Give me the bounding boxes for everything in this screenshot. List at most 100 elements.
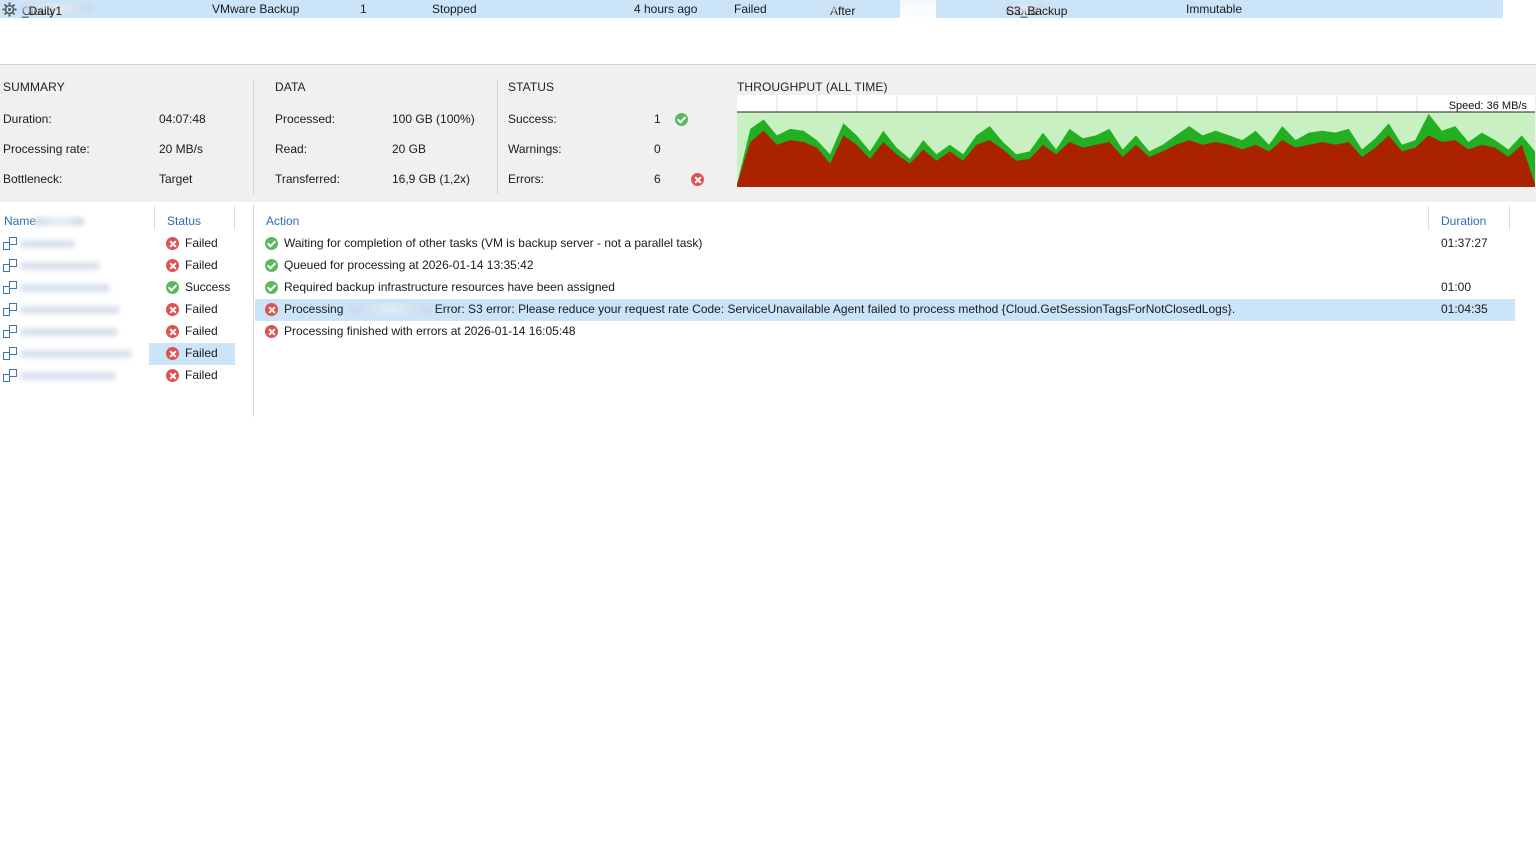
error-x-icon [166,237,179,250]
vm-status: Failed [185,368,218,382]
vm-status: Failed [185,346,218,360]
read-label: Read: [275,142,308,156]
status-heading: STATUS [508,80,555,94]
data-heading: DATA [275,80,306,94]
action-text: Processing Error: S3 error: Please reduc… [284,302,1235,316]
redacted-area [900,0,936,26]
success-label: Success: [508,112,557,126]
warnings-value: 0 [654,142,661,156]
action-message: Error: S3 error: Please reduce your requ… [434,302,1236,316]
divider [1509,206,1510,230]
vm-icon [3,303,18,317]
throughput-chart: Speed: 36 MB/s [737,95,1535,187]
processing-rate-label: Processing rate: [3,142,90,156]
vm-status: Success [185,280,231,294]
redacted-vm-name [20,372,116,380]
vm-icon [3,259,18,273]
errors-label: Errors: [508,172,544,186]
action-duration: 01:37:27 [1441,236,1488,250]
error-x-icon [166,303,179,316]
vm-row[interactable]: Failed [0,299,236,321]
column-header-status[interactable]: Status [167,214,201,228]
divider [253,79,254,194]
bottleneck-label: Bottleneck: [3,172,63,186]
vm-icon [3,369,18,383]
duration-label: Duration: [3,112,52,126]
column-header-action[interactable]: Action [266,214,299,228]
error-x-icon [166,259,179,272]
redacted-vm-name [20,262,100,270]
column-header-name-text: Name [4,214,37,228]
vm-row[interactable]: Failed [0,321,236,343]
success-check-icon [265,281,278,294]
redacted-text [348,305,433,315]
warnings-label: Warnings: [508,142,562,156]
action-row[interactable]: Waiting for completion of other tasks (V… [255,233,1515,255]
job-type: VMware Backup [212,2,300,16]
duration-value: 04:07:48 [159,112,206,126]
divider [253,205,254,417]
vm-status: Failed [185,258,218,272]
transferred-label: Transferred: [275,172,340,186]
job-description: Immutable [1186,2,1243,16]
throughput-heading: THROUGHPUT (ALL TIME) [737,80,888,94]
success-check-icon [265,259,278,272]
divider [234,206,235,230]
redacted-vm-name [20,328,118,336]
vm-row[interactable]: Failed [0,255,236,277]
action-row[interactable]: Required backup infrastructure resources… [255,277,1515,299]
error-x-icon [166,369,179,382]
vm-icon [3,347,18,361]
column-header-name[interactable]: Name [4,214,85,228]
job-row[interactable]: Cloud_Daily1 VMware Backup 1 Stopped 4 h… [0,0,1503,18]
vm-icon [3,237,18,251]
success-check-icon [265,237,278,250]
processing-rate-value: 20 MB/s [159,142,204,156]
processed-label: Processed: [275,112,336,126]
action-row[interactable]: Processing finished with errors at 2026-… [255,321,1515,343]
redacted-text [830,4,836,13]
job-last-result: Failed [734,2,767,16]
vm-row[interactable]: Failed [0,233,236,255]
redacted-vm-name [20,284,110,292]
action-row[interactable]: Processing Error: S3 error: Please reduc… [255,299,1515,321]
success-check-icon [166,281,179,294]
errors-value: 6 [654,172,661,186]
job-objects: 1 [360,2,367,16]
read-value: 20 GB [392,142,427,156]
vm-status: Failed [185,236,218,250]
action-duration: 01:00 [1441,280,1472,294]
vm-row[interactable]: Failed [0,343,236,365]
transferred-value: 16,9 GB (1,2x) [392,172,471,186]
summary-heading: SUMMARY [3,80,65,94]
column-header-duration[interactable]: Duration [1441,214,1486,228]
vm-row[interactable]: Success [0,277,236,299]
vm-status: Failed [185,324,218,338]
processed-value: 100 GB (100%) [392,112,475,126]
action-prefix: Processing [284,302,344,316]
gear-icon [2,2,17,20]
speed-label: Speed: 36 MB/s [1449,100,1528,112]
error-x-icon [265,325,278,338]
action-text: Waiting for completion of other tasks (V… [284,236,703,250]
error-x-icon [265,303,278,316]
redacted-text [34,217,85,227]
bottleneck-value: Target [159,172,193,186]
vm-row[interactable]: Failed [0,365,236,387]
error-x-icon [691,173,705,186]
action-row[interactable]: Queued for processing at 2026-01-14 13:3… [255,255,1515,277]
vm-status: Failed [185,302,218,316]
success-value: 1 [654,112,661,126]
action-duration: 01:04:35 [1441,302,1488,316]
divider [1428,206,1429,230]
divider [497,79,498,194]
redacted-vm-name [20,240,75,248]
action-text: Queued for processing at 2026-01-14 13:3… [284,258,534,272]
divider [154,206,155,230]
redacted-vm-name [20,306,120,314]
redacted-vm-name [20,350,132,358]
error-x-icon [166,347,179,360]
vm-icon [3,281,18,295]
action-text: Required backup infrastructure resources… [284,280,615,294]
job-last-run: 4 hours ago [634,2,698,16]
